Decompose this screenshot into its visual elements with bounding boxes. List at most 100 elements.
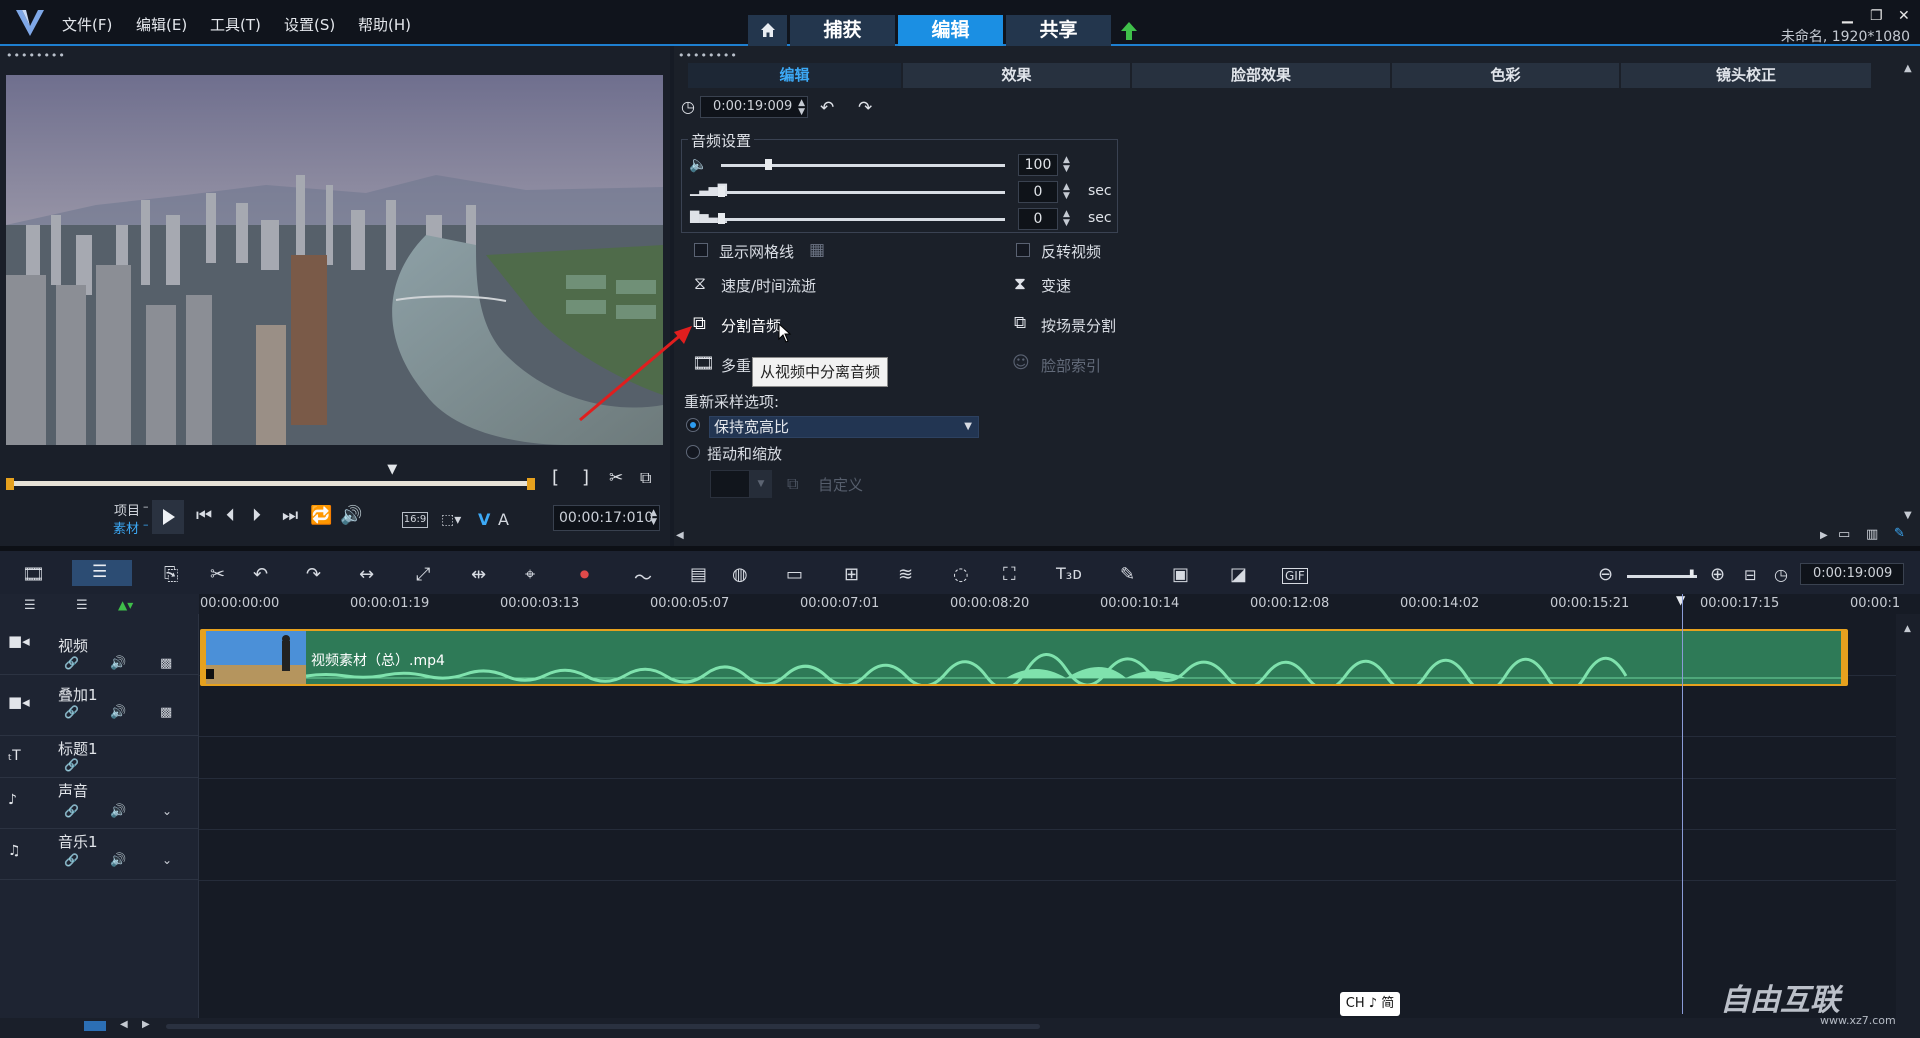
audio-wave-icon[interactable]: 〜 bbox=[634, 564, 652, 590]
zoom-slider[interactable] bbox=[1627, 575, 1697, 578]
show-grid-checkbox[interactable] bbox=[694, 243, 708, 257]
menu-edit[interactable]: 编辑(E) bbox=[136, 14, 187, 35]
split-by-scene-icon[interactable]: ⧉ bbox=[1014, 313, 1026, 333]
options-scroll-down-icon[interactable]: ▼ bbox=[1904, 510, 1912, 521]
edit-layout-icon[interactable]: ✎ bbox=[1894, 526, 1905, 541]
panel-grip[interactable]: •••••••• bbox=[6, 49, 66, 62]
resample-dropdown[interactable]: 保持宽高比 ▼ bbox=[709, 416, 979, 438]
track-manager-icon[interactable]: ☰ bbox=[24, 598, 36, 613]
playhead-line[interactable] bbox=[1682, 594, 1683, 1014]
options-scroll-right-icon[interactable]: ▶ bbox=[1820, 530, 1828, 541]
fit-timeline-icon[interactable]: ↔ bbox=[359, 564, 374, 585]
variable-speed-button[interactable]: 变速 bbox=[1041, 275, 1071, 296]
crop-icon[interactable]: ⛶ bbox=[1003, 564, 1016, 585]
volume-input[interactable]: 100 bbox=[1018, 154, 1058, 176]
tab-face-effects[interactable]: 脸部效果 bbox=[1132, 63, 1390, 88]
pan-zoom-radio[interactable] bbox=[686, 445, 700, 459]
split-screen-icon[interactable]: ⊞ bbox=[844, 564, 859, 585]
horizontal-scrollbar[interactable] bbox=[166, 1024, 1040, 1029]
display-mode-icon[interactable]: ⬚▾ bbox=[441, 512, 461, 528]
duration-spinner[interactable]: ▲ ▼ bbox=[798, 99, 805, 117]
motion-tracking-icon[interactable]: ◍ bbox=[732, 564, 748, 585]
track-header-voice[interactable]: ♪ 声音 🔗 🔊 ⌄ bbox=[0, 778, 199, 829]
home-button[interactable] bbox=[748, 15, 787, 46]
fade-in-input[interactable]: 0 bbox=[1018, 181, 1058, 203]
menu-file[interactable]: 文件(F) bbox=[62, 14, 112, 35]
volume-slider-thumb[interactable] bbox=[765, 159, 773, 170]
multi-trim-button[interactable]: 多重 bbox=[721, 355, 751, 376]
volume-slider[interactable] bbox=[721, 164, 1005, 167]
screen-capture-icon[interactable]: ▣ bbox=[1172, 564, 1189, 585]
mute-icon[interactable]: 🔊 bbox=[110, 656, 126, 671]
aspect-ratio-button[interactable]: 16:9 bbox=[402, 512, 428, 528]
video-clip[interactable] bbox=[200, 629, 1848, 686]
zoom-out-icon[interactable]: ⊖ bbox=[1598, 564, 1613, 585]
variable-speed-icon[interactable]: ⧗ bbox=[1014, 274, 1026, 294]
fade-in-slider[interactable] bbox=[721, 191, 1005, 194]
scroll-right-icon[interactable]: ▶ bbox=[142, 1019, 150, 1030]
transform-icon[interactable]: ⌖ bbox=[525, 564, 535, 585]
fade-in-slider-thumb[interactable] bbox=[718, 186, 725, 197]
chevron-down-icon[interactable]: ⌄ bbox=[162, 853, 172, 867]
scrub-thumb[interactable]: ▼ bbox=[387, 462, 397, 477]
ime-indicator[interactable]: CH ♪ 简 bbox=[1340, 992, 1400, 1016]
zoom-in-icon[interactable]: ⊕ bbox=[1710, 564, 1725, 585]
duration-input[interactable]: 0:00:19:009 ▲ ▼ bbox=[700, 96, 808, 118]
gif-icon[interactable]: GIF bbox=[1282, 568, 1308, 584]
grid-settings-icon[interactable]: ▦ bbox=[809, 240, 825, 260]
options-scroll-up-icon[interactable]: ▲ bbox=[1904, 63, 1912, 74]
tab-color[interactable]: 色彩 bbox=[1392, 63, 1619, 88]
undo-icon[interactable]: ↶ bbox=[253, 564, 268, 585]
close-button[interactable]: ✕ bbox=[1898, 8, 1910, 24]
3d-title-icon[interactable]: T₃ᴅ bbox=[1056, 564, 1082, 583]
reverse-video-label[interactable]: 反转视频 bbox=[1041, 241, 1101, 262]
zoom-to-fit-icon[interactable] bbox=[84, 1021, 106, 1031]
multi-camera-icon[interactable]: ▤ bbox=[690, 564, 707, 585]
tools-icon[interactable]: ✂ bbox=[210, 564, 225, 585]
clip-mode-label[interactable]: 素材 bbox=[113, 518, 139, 537]
chevron-down-icon[interactable]: ⌄ bbox=[162, 804, 172, 818]
volume-spinner[interactable]: ▲ ▼ bbox=[1063, 156, 1070, 174]
expand-icon[interactable]: ⤢ bbox=[416, 564, 430, 585]
link-icon[interactable]: 🔗 bbox=[64, 705, 79, 719]
scroll-up-icon[interactable]: ▲ bbox=[1904, 624, 1911, 634]
track-header-title[interactable]: ₜT 标题1 🔗 bbox=[0, 736, 199, 778]
mute-icon[interactable]: 🔊 bbox=[110, 705, 126, 720]
options-scroll-left-icon[interactable]: ◀ bbox=[676, 530, 684, 541]
clip-trim-handle-right[interactable] bbox=[1841, 631, 1846, 684]
tab-edit[interactable]: 编辑 bbox=[898, 15, 1003, 46]
previous-frame-icon[interactable]: ⏴ bbox=[226, 505, 235, 526]
fade-out-slider[interactable] bbox=[721, 218, 1005, 221]
link-icon[interactable]: 🔗 bbox=[64, 853, 79, 867]
video-mode-icon[interactable]: V bbox=[478, 510, 490, 529]
scrub-bar[interactable] bbox=[10, 481, 535, 486]
track-header-music[interactable]: ♫ 音乐1 🔗 🔊 ⌄ bbox=[0, 829, 199, 880]
timecode-spinner[interactable]: ▲ ▼ bbox=[650, 509, 657, 527]
audio-mode-icon[interactable]: A bbox=[498, 510, 509, 529]
link-icon[interactable]: 🔗 bbox=[64, 804, 79, 818]
timeline-ruler[interactable] bbox=[199, 594, 1920, 614]
tab-edit-options[interactable]: 编辑 bbox=[688, 63, 901, 88]
menu-tools[interactable]: 工具(T) bbox=[210, 14, 261, 35]
go-to-start-icon[interactable]: ⏮ bbox=[196, 505, 212, 526]
split-by-scene-button[interactable]: 按场景分割 bbox=[1041, 315, 1116, 336]
speed-time-button[interactable]: 速度/时间流逝 bbox=[721, 275, 816, 296]
fade-out-spinner[interactable]: ▲ ▼ bbox=[1063, 210, 1070, 228]
ripple-edit-icon[interactable]: ▲▾ bbox=[118, 598, 133, 612]
subtitle-icon[interactable]: ▭ bbox=[786, 564, 803, 585]
copy-attributes-icon[interactable]: ⎘ bbox=[164, 564, 178, 585]
layout-1-icon[interactable]: ▭ bbox=[1838, 527, 1850, 542]
project-mode-label[interactable]: 项目 bbox=[114, 500, 140, 519]
upload-icon[interactable] bbox=[1120, 21, 1138, 41]
tab-share[interactable]: 共享 bbox=[1006, 15, 1111, 46]
layout-2-icon[interactable]: ▥ bbox=[1866, 527, 1878, 542]
scroll-left-icon[interactable]: ◀ bbox=[120, 1019, 128, 1030]
fade-out-input[interactable]: 0 bbox=[1018, 208, 1058, 230]
split-audio-button[interactable]: 分割音频 bbox=[721, 315, 781, 336]
restore-button[interactable]: ❐ bbox=[1870, 8, 1883, 24]
link-icon[interactable]: 🔗 bbox=[64, 656, 79, 670]
rotate-right-icon[interactable]: ↷ bbox=[858, 98, 872, 118]
trim-icon[interactable]: ⇹ bbox=[471, 564, 486, 585]
next-frame-icon[interactable]: ⏵ bbox=[252, 505, 261, 526]
go-to-end-icon[interactable]: ⏭ bbox=[282, 505, 298, 526]
